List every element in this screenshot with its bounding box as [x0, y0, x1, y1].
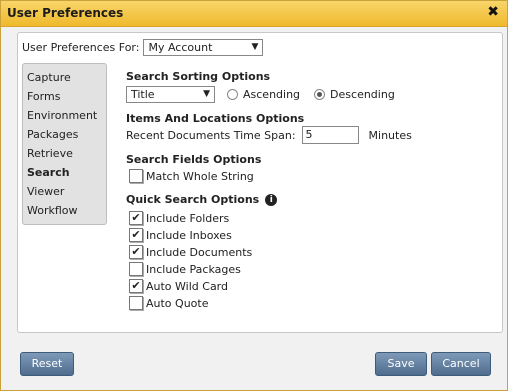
minutes-label: Minutes [368, 128, 412, 142]
include-folders-label: Include Folders [146, 211, 230, 225]
chevron-down-icon: ▼ [203, 89, 210, 99]
items-locations-title: Items And Locations Options [126, 112, 305, 125]
recent-docs-label: Recent Documents Time Span: [126, 128, 296, 142]
search-sorting-title: Search Sorting Options [126, 70, 271, 83]
sort-field-select[interactable]: Title ▼ [126, 86, 215, 103]
auto-wild-card-label: Auto Wild Card [146, 279, 228, 293]
sidebar-item-retrieve[interactable]: Retrieve [27, 146, 73, 162]
sort-field-value: Title [131, 88, 155, 101]
chevron-down-icon: ▼ [251, 42, 259, 52]
sidebar-item-workflow[interactable]: Workflow [27, 203, 78, 219]
include-packages-checkbox[interactable] [129, 262, 143, 276]
dialog-titlebar: User Preferences ✖ [1, 1, 507, 27]
preferences-for-row: User Preferences For: My Account ▼ [22, 39, 264, 56]
sidebar-item-forms[interactable]: Forms [27, 89, 60, 105]
preferences-sidebar: Capture Forms Environment Packages Retri… [22, 63, 107, 225]
quick-search-title: Quick Search Options [126, 193, 260, 206]
match-whole-row: Match Whole String [129, 169, 254, 183]
include-inboxes-label: Include Inboxes [146, 228, 232, 242]
search-fields-title: Search Fields Options [126, 153, 262, 166]
close-icon[interactable]: ✖ [487, 4, 499, 20]
quick-option-row: ✔ Include Folders [129, 211, 229, 225]
recent-docs-row: Recent Documents Time Span: 5 Minutes [126, 126, 412, 144]
auto-quote-label: Auto Quote [146, 296, 209, 310]
sidebar-item-capture[interactable]: Capture [27, 70, 71, 86]
account-select[interactable]: My Account ▼ [143, 39, 264, 56]
ascending-radio[interactable] [227, 89, 238, 100]
ascending-label: Ascending [243, 88, 301, 101]
preferences-panel: User Preferences For: My Account ▼ Captu… [17, 32, 503, 333]
auto-wild-card-checkbox[interactable]: ✔ [129, 279, 143, 293]
include-folders-checkbox[interactable]: ✔ [129, 211, 143, 225]
sidebar-item-viewer[interactable]: Viewer [27, 184, 64, 200]
descending-label: Descending [330, 88, 395, 101]
descending-radio[interactable] [314, 89, 326, 100]
sort-row: Title ▼ Ascending Descending [126, 86, 395, 103]
quick-option-row: Include Packages [129, 262, 241, 276]
quick-option-row: ✔ Include Inboxes [129, 228, 232, 242]
quick-option-row: ✔ Include Documents [129, 245, 252, 259]
quick-option-row: ✔ Auto Wild Card [129, 279, 228, 293]
quick-option-row: Auto Quote [129, 296, 208, 310]
auto-quote-checkbox[interactable] [129, 296, 143, 310]
sidebar-item-search[interactable]: Search [27, 165, 70, 181]
sidebar-item-environment[interactable]: Environment [27, 108, 97, 124]
account-select-value: My Account [148, 41, 213, 54]
dialog-title: User Preferences [7, 6, 124, 20]
match-whole-checkbox[interactable] [129, 169, 143, 183]
include-documents-checkbox[interactable]: ✔ [129, 245, 143, 259]
match-whole-label: Match Whole String [146, 169, 254, 183]
cancel-button[interactable]: Cancel [431, 352, 491, 376]
user-preferences-dialog: User Preferences ✖ User Preferences For:… [0, 0, 508, 391]
quick-search-title-row: Quick Search Options i [126, 193, 278, 206]
reset-button[interactable]: Reset [20, 352, 74, 376]
info-icon[interactable]: i [265, 193, 278, 206]
recent-docs-input[interactable]: 5 [301, 126, 359, 144]
sidebar-item-packages[interactable]: Packages [27, 127, 78, 143]
include-packages-label: Include Packages [146, 262, 241, 276]
save-button[interactable]: Save [375, 352, 427, 376]
include-inboxes-checkbox[interactable]: ✔ [129, 228, 143, 242]
include-documents-label: Include Documents [146, 245, 253, 259]
preferences-for-label: User Preferences For: [22, 41, 140, 54]
